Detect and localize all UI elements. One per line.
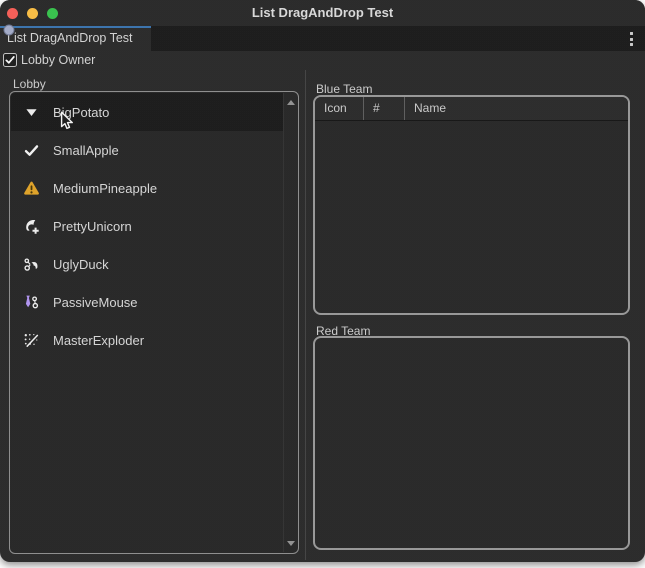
column-header[interactable]: # (364, 97, 405, 120)
window-title: List DragAndDrop Test (0, 0, 645, 26)
list-item[interactable]: MediumPineapple (11, 169, 283, 207)
minimize-button[interactable] (27, 8, 38, 19)
blue-team-label: Blue Team (316, 82, 372, 96)
lobby-owner-checkbox-row[interactable]: Lobby Owner (3, 52, 95, 68)
asset-circle-icon (3, 24, 15, 36)
red-team-dropzone[interactable] (313, 336, 630, 550)
blue-team-dropzone[interactable]: Icon#Name (313, 95, 630, 315)
tie-nodes-icon (23, 294, 40, 311)
lobby-panel-label: Lobby (13, 77, 46, 91)
list-item[interactable]: UglyDuck (11, 245, 283, 283)
list-item-label: PrettyUnicorn (53, 219, 132, 234)
zoom-button[interactable] (47, 8, 58, 19)
scroll-down-icon[interactable] (284, 537, 297, 549)
list-item[interactable]: PassiveMouse (11, 283, 283, 321)
list-item-label: MediumPineapple (53, 181, 157, 196)
list-item-label: MasterExploder (53, 333, 144, 348)
lobby-list: BigPotato SmallApple MediumPineapple Pretty… (11, 93, 283, 552)
claw-plus-icon (23, 218, 40, 235)
list-item[interactable]: MasterExploder (11, 321, 283, 359)
list-item[interactable]: PrettyUnicorn (11, 207, 283, 245)
foldout-triangle-icon (23, 104, 40, 121)
tab-label: List DragAndDrop Test (7, 31, 133, 45)
nodes-claw-icon (23, 256, 40, 273)
tab-list-draganddrop-test[interactable]: List DragAndDrop Test (0, 26, 151, 51)
particles-icon (23, 332, 40, 349)
list-item-label: BigPotato (53, 105, 109, 120)
kebab-menu-icon[interactable] (630, 32, 633, 49)
list-item-label: PassiveMouse (53, 295, 138, 310)
tab-bar: List DragAndDrop Test (0, 26, 645, 51)
titlebar: List DragAndDrop Test (0, 0, 645, 26)
lobby-scrollbar[interactable] (283, 93, 297, 552)
lobby-owner-checkbox[interactable] (3, 53, 17, 67)
lobby-listbox: BigPotato SmallApple MediumPineapple Pretty… (9, 91, 299, 554)
active-tab-indicator (0, 26, 151, 28)
app-window: List DragAndDrop Test List DragAndDrop T… (0, 0, 645, 562)
blue-team-table-header: Icon#Name (315, 97, 628, 121)
list-item[interactable]: SmallApple (11, 131, 283, 169)
screenshot-stage: List DragAndDrop Test List DragAndDrop T… (0, 0, 645, 568)
list-item-label: SmallApple (53, 143, 119, 158)
lobby-owner-label: Lobby Owner (21, 53, 95, 67)
panel-splitter[interactable] (305, 70, 306, 560)
list-item-label: UglyDuck (53, 257, 109, 272)
checkmark-icon (23, 142, 40, 159)
scroll-up-icon[interactable] (284, 96, 297, 108)
warning-triangle-icon (23, 180, 40, 197)
column-header[interactable]: Name (405, 97, 628, 120)
traffic-lights (7, 8, 58, 19)
close-button[interactable] (7, 8, 18, 19)
column-header[interactable]: Icon (315, 97, 364, 120)
list-item[interactable]: BigPotato (11, 93, 283, 131)
